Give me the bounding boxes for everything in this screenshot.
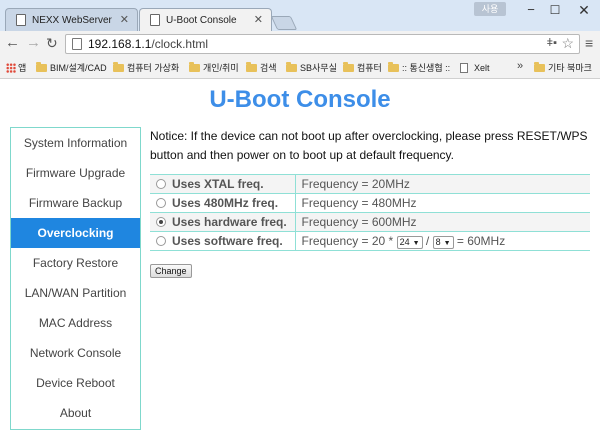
bookmark-folder[interactable]: SB사무실 — [286, 61, 337, 75]
folder-icon — [189, 62, 200, 72]
frequency-value: Frequency = 480MHz — [295, 193, 590, 213]
address-bar[interactable]: 192.168.1.1/clock.html ǂ▪ ☆ — [65, 34, 580, 54]
sidebar-item-mac-address[interactable]: MAC Address — [11, 308, 140, 338]
folder-icon — [246, 62, 257, 72]
option-cell: Uses hardware freq. — [150, 212, 296, 232]
bookmark-folder[interactable]: 검색 — [246, 61, 277, 75]
page-icon — [16, 14, 26, 26]
option-label[interactable]: Uses software freq. — [172, 234, 283, 248]
main-content: Notice: If the device can not boot up af… — [150, 127, 590, 165]
frequency-value: Frequency = 20MHz — [295, 174, 590, 194]
tab-label: U-Boot Console — [166, 15, 237, 26]
folder-icon — [286, 62, 297, 72]
chevron-down-icon: ▼ — [412, 239, 420, 247]
option-label[interactable]: Uses XTAL freq. — [172, 177, 264, 191]
bookmark-folder[interactable]: 컴퓨터 가상화 — [113, 61, 179, 75]
bookmark-folder-other[interactable]: 기타 북마크 — [534, 61, 592, 75]
option-cell: Uses software freq. — [150, 231, 296, 251]
option-row-software: Uses software freq. Frequency = 20 * 24 ▼… — [150, 231, 590, 251]
chevron-down-icon: ▼ — [443, 239, 451, 247]
back-arrow-icon[interactable]: ← — [5, 34, 20, 52]
bookmark-folder[interactable]: 개인/취미 — [189, 61, 239, 75]
bookmarks-bar: 앱 BIM/설계/CAD 컴퓨터 가상화 개인/취미 검색 SB사무실 컴퓨터 … — [0, 57, 600, 79]
option-row-xtal: Uses XTAL freq. Frequency = 20MHz — [150, 174, 590, 194]
change-button[interactable]: Change — [150, 264, 192, 278]
browser-toolbar: ← → ↻ 192.168.1.1/clock.html ǂ▪ ☆ ≡ — [0, 31, 600, 57]
divider-symbol: / — [425, 233, 430, 248]
sidebar-item-factory-restore[interactable]: Factory Restore — [11, 248, 140, 278]
user-profile-badge[interactable]: 사용 — [474, 2, 506, 16]
page-icon — [460, 63, 468, 73]
tab-uboot-console[interactable]: U-Boot Console ✕ — [139, 8, 272, 31]
bookmark-star-icon[interactable]: ☆ — [561, 35, 574, 52]
sidebar-item-device-reboot[interactable]: Device Reboot — [11, 368, 140, 398]
bookmark-folder[interactable]: :: 통신생협 :: — [388, 61, 450, 75]
page-title: U-Boot Console — [209, 86, 391, 113]
tab-label: NEXX WebServer — [32, 15, 112, 26]
frequency-options-table: Uses XTAL freq. Frequency = 20MHz Uses 4… — [150, 174, 590, 251]
radio-software[interactable] — [156, 236, 166, 246]
sidebar-item-system-information[interactable]: System Information — [11, 128, 140, 158]
option-cell: Uses XTAL freq. — [150, 174, 296, 194]
sidebar-item-about[interactable]: About — [11, 398, 140, 428]
bookmark-folder[interactable]: 컴퓨터 — [343, 61, 382, 75]
bookmark-page[interactable]: Xelt — [460, 61, 490, 75]
sidebar-item-lan-wan-partition[interactable]: LAN/WAN Partition — [11, 278, 140, 308]
folder-icon — [534, 62, 545, 72]
multiplier-select[interactable]: 24 ▼ — [396, 235, 423, 249]
divider-select[interactable]: 8 ▼ — [432, 235, 454, 249]
folder-icon — [343, 62, 354, 72]
apps-grid-icon[interactable] — [6, 63, 16, 73]
new-tab-button[interactable] — [270, 16, 298, 30]
frequency-formula: Frequency = 20 * 24 ▼ / 8 ▼ = 60MHz — [295, 231, 590, 251]
browser-titlebar: NEXX WebServer ✕ U-Boot Console ✕ 사용 − ☐… — [0, 0, 600, 31]
reload-icon[interactable]: ↻ — [46, 34, 58, 52]
folder-icon — [36, 62, 47, 72]
more-bookmarks-icon[interactable]: » — [517, 60, 523, 72]
close-icon[interactable]: ✕ — [120, 9, 129, 32]
close-icon[interactable]: ✕ — [254, 9, 263, 32]
sidebar-menu: System Information Firmware Upgrade Firm… — [10, 127, 141, 430]
sidebar-item-firmware-backup[interactable]: Firmware Backup — [11, 188, 140, 218]
formula-suffix: = 60MHz — [456, 233, 506, 248]
formula-prefix: Frequency = 20 * — [301, 233, 394, 248]
folder-icon — [388, 62, 399, 72]
url-text[interactable]: 192.168.1.1/clock.html — [88, 37, 208, 51]
option-label[interactable]: Uses 480MHz freq. — [172, 196, 278, 210]
window-close-icon[interactable]: ✕ — [570, 1, 598, 19]
folder-icon — [113, 62, 124, 72]
browser-menu-icon[interactable]: ≡ — [585, 35, 593, 51]
radio-xtal[interactable] — [156, 179, 166, 189]
option-row-hardware: Uses hardware freq. Frequency = 600MHz — [150, 212, 590, 232]
translate-icon[interactable]: ǂ▪ — [547, 37, 557, 49]
page-info-icon[interactable] — [72, 38, 82, 50]
bookmark-folder[interactable]: BIM/설계/CAD — [36, 61, 107, 75]
tab-nexx-webserver[interactable]: NEXX WebServer ✕ — [5, 8, 138, 31]
radio-480mhz[interactable] — [156, 198, 166, 208]
option-row-480mhz: Uses 480MHz freq. Frequency = 480MHz — [150, 193, 590, 213]
maximize-icon[interactable]: ☐ — [541, 1, 569, 19]
sidebar-item-overclocking[interactable]: Overclocking — [11, 218, 140, 248]
bookmark-apps[interactable]: 앱 — [18, 61, 26, 75]
option-label[interactable]: Uses hardware freq. — [172, 215, 287, 229]
option-cell: Uses 480MHz freq. — [150, 193, 296, 213]
radio-hardware[interactable] — [156, 217, 166, 227]
forward-arrow-icon[interactable]: → — [26, 34, 41, 52]
sidebar-item-network-console[interactable]: Network Console — [11, 338, 140, 368]
frequency-value: Frequency = 600MHz — [295, 212, 590, 232]
page-icon — [150, 14, 160, 26]
overclock-notice: Notice: If the device can not boot up af… — [150, 129, 588, 162]
sidebar-item-firmware-upgrade[interactable]: Firmware Upgrade — [11, 158, 140, 188]
